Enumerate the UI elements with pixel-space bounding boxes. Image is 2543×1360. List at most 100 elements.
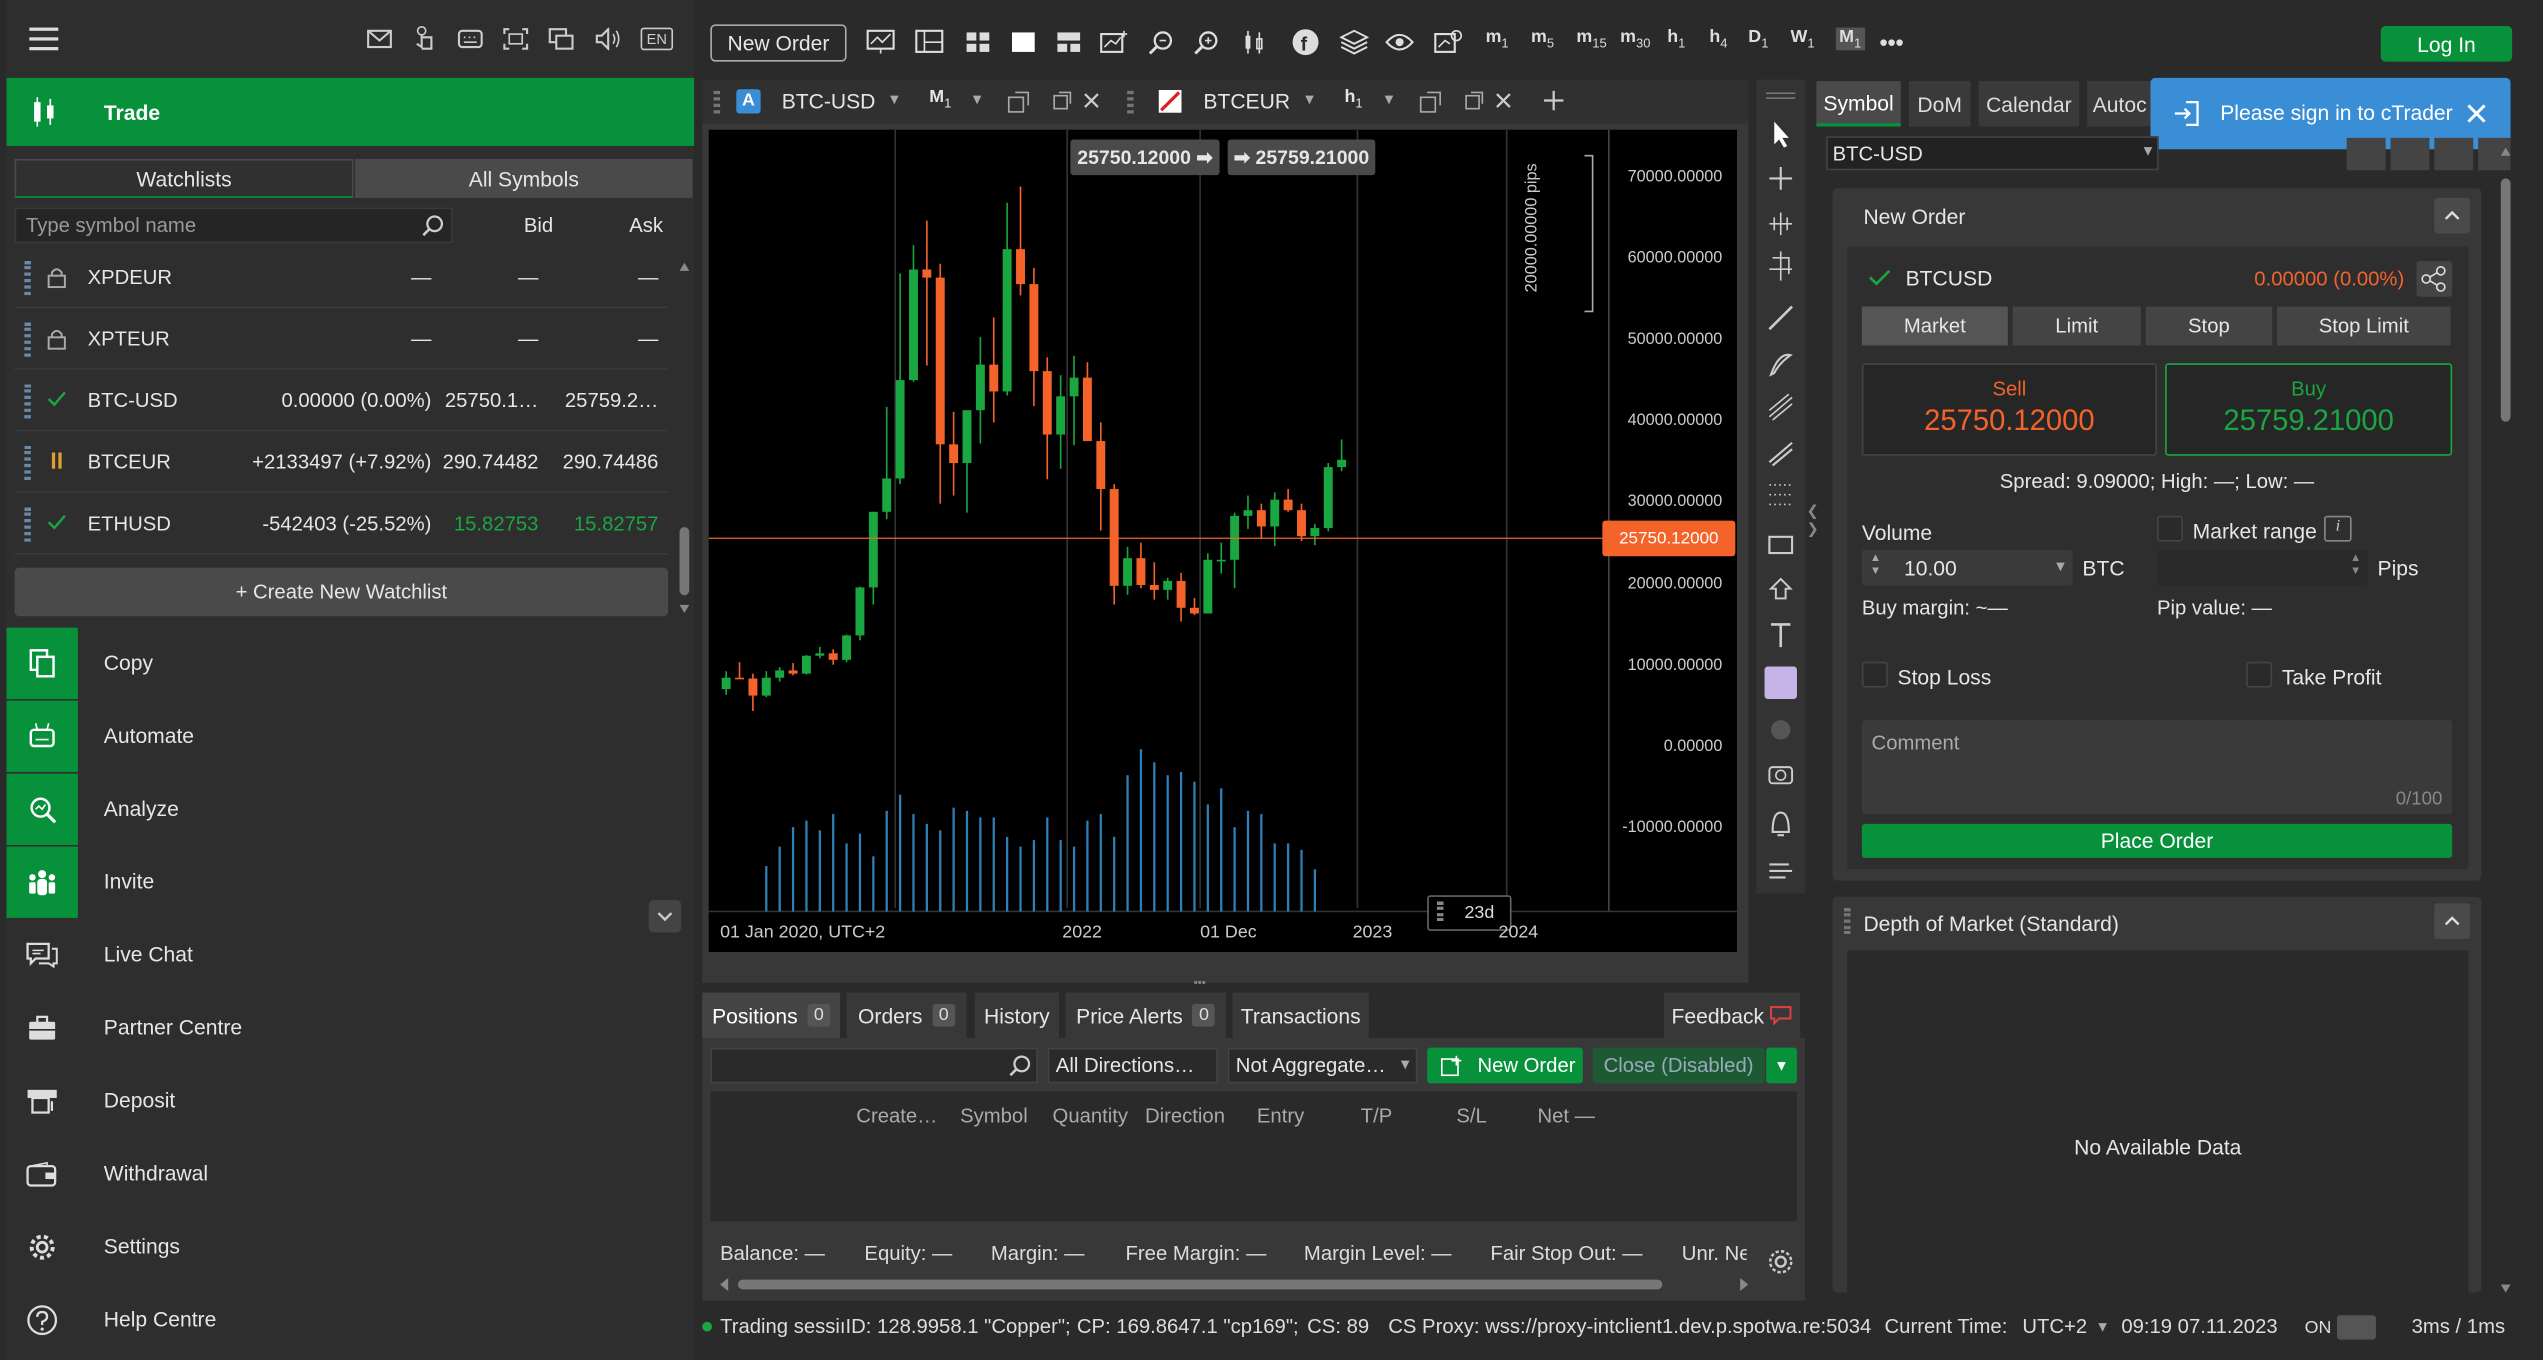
candle-body[interactable] — [1123, 558, 1133, 586]
timeframe-D1[interactable]: D1 — [1748, 28, 1768, 51]
place-order-button[interactable]: Place Order — [1861, 823, 2453, 858]
candle-body[interactable] — [922, 269, 932, 278]
camera-icon[interactable] — [1768, 766, 1794, 785]
close-toast-icon[interactable] — [2467, 104, 2486, 123]
mail-icon[interactable] — [367, 28, 393, 51]
tab-history[interactable]: History — [974, 992, 1060, 1038]
language-button[interactable]: EN — [640, 27, 674, 51]
column-header[interactable]: Direction — [1145, 1104, 1225, 1127]
comment-textarea[interactable]: Comment 0/100 — [1861, 720, 2453, 815]
candle-body[interactable] — [909, 269, 918, 381]
panel-drag-handle[interactable] — [1843, 908, 1851, 935]
collapse-chevron-icon[interactable] — [2434, 903, 2471, 940]
candle-body[interactable] — [975, 364, 985, 411]
expand-menu-chevron-icon[interactable] — [648, 900, 682, 933]
watchlist-scrollbar[interactable] — [678, 259, 691, 616]
menu-item-analyze[interactable]: Analyze — [6, 772, 694, 845]
chart-tab-timeframe[interactable]: h1 — [1344, 88, 1362, 111]
search-icon[interactable] — [1009, 1054, 1032, 1077]
timeframe-m30[interactable]: m30 — [1620, 28, 1650, 51]
candle-body[interactable] — [868, 511, 878, 588]
timeframe-m5[interactable]: m5 — [1531, 28, 1554, 51]
toggle-switch[interactable] — [2337, 1315, 2376, 1340]
candle-body[interactable] — [1136, 558, 1146, 586]
timeframe-M1[interactable]: M1 — [1835, 27, 1865, 51]
dropdown-arrow-icon[interactable]: ▼ — [887, 91, 901, 107]
close-tab-icon[interactable] — [1082, 91, 1101, 110]
fullscreen-icon[interactable] — [503, 28, 529, 51]
candle-body[interactable] — [788, 670, 798, 674]
tab-transactions[interactable]: Transactions — [1232, 992, 1369, 1038]
symbol-select[interactable]: BTC-USD ▼ — [1826, 136, 2159, 171]
chart-add-icon[interactable] — [1096, 23, 1132, 62]
order-type-limit[interactable]: Limit — [2012, 306, 2143, 346]
row-drag-handle[interactable] — [24, 384, 31, 419]
collapse-chevron-icon[interactable] — [2434, 197, 2471, 234]
aggregate-select[interactable]: Not Aggregate… ▼ — [1227, 1047, 1418, 1084]
stop-loss-checkbox[interactable] — [1861, 661, 1888, 688]
timezone-select[interactable]: UTC+2 — [2022, 1315, 2087, 1338]
candle-body[interactable] — [828, 653, 838, 660]
candle-body[interactable] — [1056, 396, 1066, 435]
zoom-in-icon[interactable] — [1190, 23, 1222, 62]
volume-input[interactable]: ▲ ▼ 10.00 ▼ — [1861, 549, 2073, 586]
tab-drag-handle[interactable] — [1127, 90, 1134, 114]
candle-body[interactable] — [842, 635, 852, 660]
candle-body[interactable] — [775, 670, 785, 678]
row-drag-handle[interactable] — [24, 445, 31, 481]
symbol-search-input[interactable]: Type symbol name — [14, 207, 453, 244]
column-header[interactable]: Entry — [1257, 1104, 1304, 1127]
chart-icon[interactable] — [863, 23, 899, 62]
candle-body[interactable] — [1042, 371, 1052, 435]
share-icon[interactable] — [2346, 137, 2386, 171]
search-icon[interactable] — [422, 214, 445, 237]
candle-body[interactable] — [721, 677, 731, 690]
toolbar-grip-icon[interactable] — [1766, 92, 1796, 99]
tab-positions[interactable]: Positions 0 — [702, 992, 841, 1038]
market-range-checkbox[interactable] — [2156, 515, 2183, 542]
crosshair-icon[interactable] — [1769, 167, 1793, 190]
tab-orders[interactable]: Orders 0 — [846, 992, 967, 1038]
pips-input[interactable]: ▲ ▼ — [2156, 549, 2368, 586]
trend-line-icon[interactable] — [1768, 305, 1794, 331]
touch-icon[interactable] — [412, 24, 438, 53]
chart-tab-timeframe[interactable]: M1 — [929, 88, 951, 111]
new-order-button[interactable]: New Order — [710, 24, 847, 62]
column-header[interactable]: Symbol — [960, 1104, 1028, 1127]
tab-calendar[interactable]: Calendar — [1978, 81, 2080, 127]
sell-button[interactable]: Sell 25750.12000 — [1861, 363, 2157, 456]
candle-body[interactable] — [761, 677, 771, 696]
add-tab-icon[interactable] — [1542, 89, 1565, 112]
menu-item-partner-centre[interactable]: Partner Centre — [6, 991, 694, 1064]
close-dropdown-icon[interactable]: ▼ — [1766, 1047, 1797, 1084]
candle-body[interactable] — [1216, 559, 1226, 562]
candle-body[interactable] — [801, 655, 811, 674]
login-button[interactable]: Log In — [2380, 25, 2513, 62]
gann-icon[interactable] — [1769, 484, 1793, 506]
rectangle-icon[interactable] — [1768, 535, 1794, 555]
candle-body[interactable] — [1270, 499, 1280, 527]
candle-body[interactable] — [815, 653, 825, 656]
popout-icon[interactable] — [1053, 91, 1072, 110]
row-drag-handle[interactable] — [24, 261, 31, 296]
cursor-icon[interactable] — [1774, 121, 1789, 148]
layout-panel-icon[interactable] — [911, 23, 947, 62]
column-header[interactable]: Net — — [1537, 1104, 1594, 1127]
single-layout-icon[interactable] — [1006, 23, 1042, 62]
close-tab-icon[interactable] — [1494, 91, 1513, 110]
menu-item-live-chat[interactable]: Live Chat — [6, 918, 694, 991]
menu-item-settings[interactable]: Settings — [6, 1210, 694, 1283]
link-icon[interactable] — [1007, 91, 1030, 114]
directions-select[interactable]: All Directions… — [1047, 1047, 1218, 1084]
crosshair-lock-icon[interactable] — [1769, 212, 1793, 236]
candle-body[interactable] — [1082, 377, 1092, 442]
menu-item-invite[interactable]: Invite — [6, 845, 694, 918]
candle-body[interactable] — [1189, 607, 1199, 614]
candle-body[interactable] — [935, 277, 945, 445]
tab-autochartist[interactable]: Autoc — [2087, 81, 2153, 127]
fib-icon[interactable] — [1768, 393, 1793, 421]
menu-item-help-centre[interactable]: Help Centre — [6, 1283, 694, 1356]
candle-body[interactable] — [1297, 510, 1306, 537]
candle-body[interactable] — [1069, 377, 1079, 397]
more-icon[interactable]: ••• — [1880, 29, 1904, 55]
